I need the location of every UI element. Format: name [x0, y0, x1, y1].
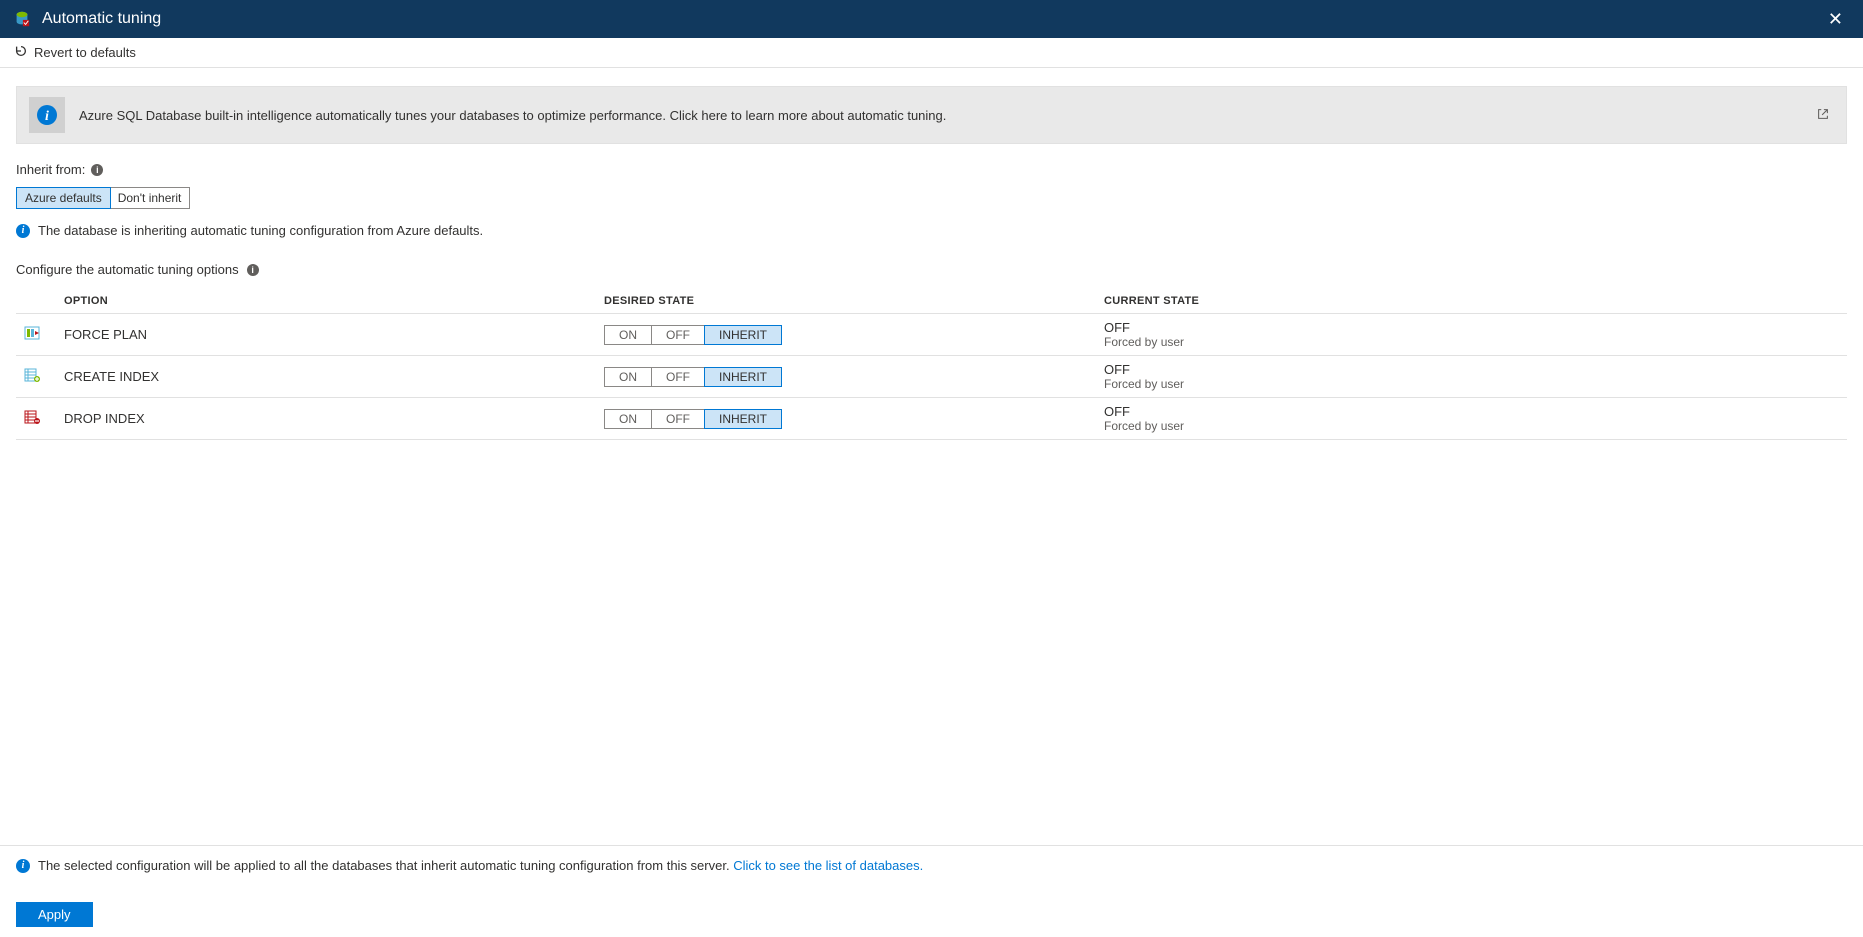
current-state-source: Forced by user [1104, 335, 1839, 349]
state-on[interactable]: ON [605, 326, 652, 344]
table-row: FORCE PLANONOFFINHERITOFFForced by user [16, 314, 1847, 356]
inherit-from-label-row: Inherit from: i [16, 162, 1847, 177]
configure-section-label: Configure the automatic tuning options i [16, 262, 1847, 277]
col-desired-header: DESIRED STATE [596, 289, 1096, 314]
table-row: DROP INDEXONOFFINHERITOFFForced by user [16, 398, 1847, 440]
option-name: DROP INDEX [56, 398, 596, 440]
footer-info-text: The selected configuration will be appli… [38, 858, 923, 873]
state-off[interactable]: OFF [652, 326, 705, 344]
revert-defaults-label: Revert to defaults [34, 45, 136, 60]
info-icon: i [16, 859, 30, 873]
option-icon [24, 325, 40, 341]
current-state: OFFForced by user [1096, 356, 1847, 398]
blade-header: Automatic tuning ✕ [0, 0, 1863, 38]
help-icon[interactable]: i [247, 264, 259, 276]
tuning-options-table: OPTION DESIRED STATE CURRENT STATE FORCE… [16, 289, 1847, 440]
info-icon: i [16, 224, 30, 238]
footer: i The selected configuration will be app… [0, 845, 1863, 937]
current-state-value: OFF [1104, 404, 1839, 419]
configure-label-text: Configure the automatic tuning options [16, 262, 239, 277]
current-state-source: Forced by user [1104, 419, 1839, 433]
content-area: i Azure SQL Database built-in intelligen… [0, 68, 1863, 580]
state-on[interactable]: ON [605, 368, 652, 386]
table-row: CREATE INDEXONOFFINHERITOFFForced by use… [16, 356, 1847, 398]
help-icon[interactable]: i [91, 164, 103, 176]
col-option-header: OPTION [56, 289, 596, 314]
desired-state-group: ONOFFINHERIT [604, 367, 782, 387]
state-inherit[interactable]: INHERIT [704, 325, 782, 345]
undo-icon [14, 44, 28, 61]
info-icon: i [29, 97, 65, 133]
toolbar: Revert to defaults [0, 38, 1863, 68]
inherit-toggle-group: Azure defaults Don't inherit [16, 187, 190, 209]
desired-state-group: ONOFFINHERIT [604, 409, 782, 429]
option-icon [24, 409, 40, 425]
col-icon-header [16, 289, 56, 314]
current-state: OFFForced by user [1096, 398, 1847, 440]
inherit-info-row: i The database is inheriting automatic t… [16, 223, 1847, 238]
state-inherit[interactable]: INHERIT [704, 409, 782, 429]
inherit-option-dont-inherit[interactable]: Don't inherit [110, 188, 190, 208]
col-current-header: CURRENT STATE [1096, 289, 1847, 314]
current-state-source: Forced by user [1104, 377, 1839, 391]
apply-button[interactable]: Apply [16, 902, 93, 927]
inherit-from-label: Inherit from: [16, 162, 85, 177]
state-off[interactable]: OFF [652, 368, 705, 386]
desired-state-group: ONOFFINHERIT [604, 325, 782, 345]
state-off[interactable]: OFF [652, 410, 705, 428]
external-link-icon[interactable] [1812, 103, 1834, 128]
state-on[interactable]: ON [605, 410, 652, 428]
current-state: OFFForced by user [1096, 314, 1847, 356]
inherit-info-text: The database is inheriting automatic tun… [38, 223, 483, 238]
footer-button-row: Apply [0, 886, 1863, 937]
option-icon [24, 367, 40, 383]
svg-text:i: i [45, 109, 49, 124]
blade-title: Automatic tuning [42, 10, 1820, 28]
info-banner[interactable]: i Azure SQL Database built-in intelligen… [16, 86, 1847, 144]
current-state-value: OFF [1104, 362, 1839, 377]
database-icon [12, 9, 32, 29]
revert-defaults-button[interactable]: Revert to defaults [14, 44, 136, 61]
footer-databases-link[interactable]: Click to see the list of databases. [733, 858, 923, 873]
state-inherit[interactable]: INHERIT [704, 367, 782, 387]
footer-info-row: i The selected configuration will be app… [0, 846, 1863, 886]
info-banner-text: Azure SQL Database built-in intelligence… [79, 108, 1812, 123]
current-state-value: OFF [1104, 320, 1839, 335]
inherit-option-azure-defaults[interactable]: Azure defaults [16, 187, 111, 209]
option-name: CREATE INDEX [56, 356, 596, 398]
footer-info-msg: The selected configuration will be appli… [38, 858, 733, 873]
option-name: FORCE PLAN [56, 314, 596, 356]
close-button[interactable]: ✕ [1820, 5, 1851, 34]
